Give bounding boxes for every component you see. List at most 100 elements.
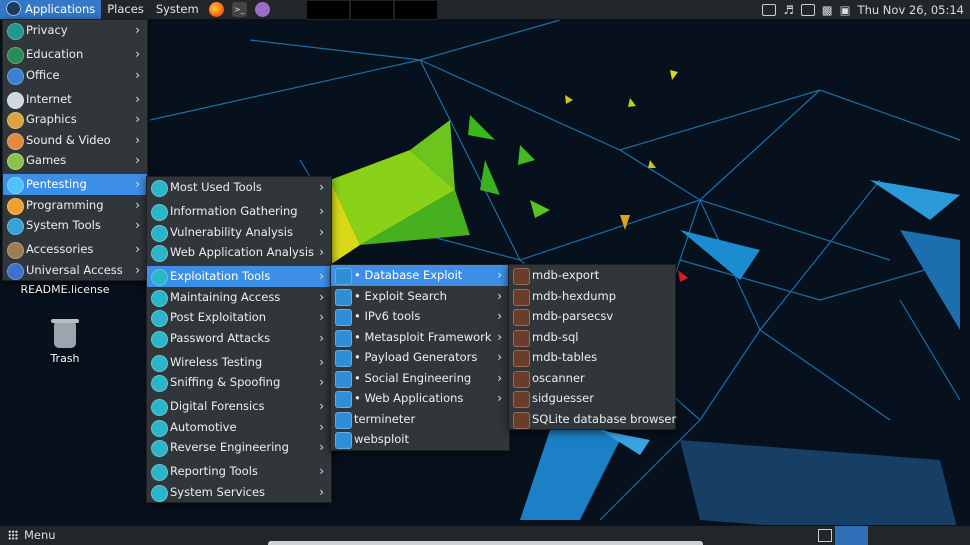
menu-item-reverse-engineering[interactable]: Reverse Engineering › [147, 437, 331, 458]
top-panel: Applications Places System >_ ♬ ▩ ▣ Thu … [0, 0, 970, 20]
chevron-right-icon: › [319, 289, 324, 304]
menu-item-metasploit[interactable]: • Metasploit Framework › [331, 327, 509, 348]
menu-item-social-engineering[interactable]: • Social Engineering › [331, 368, 509, 389]
password-attacks-icon [151, 330, 168, 348]
menu-item-sniffing-spoofing[interactable]: Sniffing & Spoofing › [147, 372, 331, 393]
workspace-switcher[interactable] [835, 526, 868, 545]
trash[interactable]: Trash [40, 319, 90, 365]
chevron-right-icon: › [135, 197, 140, 212]
applications-label: Applications [25, 2, 96, 16]
termineter-icon [335, 411, 352, 429]
menu-item-sqlite-browser[interactable]: SQLite database browser [509, 409, 676, 430]
menu-item-accessories[interactable]: Accessories › [3, 239, 147, 260]
menu-item-reporting-tools[interactable]: Reporting Tools › [147, 461, 331, 482]
digital-forensics-icon [151, 399, 168, 416]
chevron-right-icon: › [319, 224, 324, 239]
chevron-right-icon: › [135, 91, 140, 106]
menu-item-internet[interactable]: Internet › [3, 89, 147, 110]
system-tools-icon [7, 218, 24, 235]
menu-item-graphics[interactable]: Graphics › [3, 109, 147, 130]
menu-item-mdb-parsecsv[interactable]: mdb-parsecsv [509, 306, 675, 327]
sniffing-spoofing-icon [151, 375, 168, 392]
kali-logo-icon [6, 1, 21, 16]
menu-item-sound-video[interactable]: Sound & Video › [3, 130, 147, 151]
clock[interactable]: Thu Nov 26, 05:14 [858, 3, 964, 17]
menu-item-system-services[interactable]: System Services › [147, 482, 331, 503]
menu-item-mdb-tables[interactable]: mdb-tables [509, 347, 675, 368]
menu-button[interactable]: Menu [8, 528, 56, 543]
menu-item-label: mdb-sql [532, 329, 579, 344]
text-editor-icon[interactable] [254, 2, 270, 17]
readme-file[interactable]: README.license [20, 283, 110, 296]
menu-item-information-gathering[interactable]: Information Gathering › [147, 201, 331, 222]
workspace-1[interactable] [306, 0, 350, 20]
menu-item-label: • Metasploit Framework [354, 329, 492, 344]
menu-item-web-application-analysis[interactable]: Web Application Analysis › [147, 242, 331, 263]
show-desktop-icon[interactable] [818, 529, 832, 542]
menu-item-games[interactable]: Games › [3, 150, 147, 171]
menu-item-payload-generators[interactable]: • Payload Generators › [331, 347, 509, 368]
menu-item-digital-forensics[interactable]: Digital Forensics › [147, 396, 331, 417]
chevron-right-icon: › [135, 242, 140, 256]
menu-item-websploit[interactable]: websploit [331, 429, 509, 450]
menu-item-label: websploit [354, 432, 410, 446]
menu-item-system-tools[interactable]: System Tools › [3, 215, 147, 236]
menu-item-most-used-tools[interactable]: Most Used Tools › [147, 177, 331, 198]
menu-item-vulnerability-analysis[interactable]: Vulnerability Analysis › [147, 222, 331, 243]
menu-item-label: • Payload Generators [354, 350, 478, 364]
menu-item-label: Universal Access [26, 262, 123, 277]
menu-item-programming[interactable]: Programming › [3, 195, 147, 216]
menu-item-privacy[interactable]: Privacy › [3, 20, 147, 41]
menu-item-mdb-sql[interactable]: mdb-sql [509, 327, 675, 348]
menu-item-web-applications[interactable]: • Web Applications › [331, 388, 509, 409]
volume-icon[interactable]: ♬ [783, 3, 793, 17]
chevron-right-icon: › [135, 153, 140, 167]
menu-item-mdb-export[interactable]: mdb-export [509, 265, 675, 286]
applications-menu-button[interactable]: Applications [0, 0, 102, 19]
display-icon[interactable] [800, 3, 815, 16]
menu-item-oscanner[interactable]: oscanner [509, 368, 675, 389]
menu-item-label: Pentesting [26, 177, 87, 191]
grid-menu-icon [8, 530, 18, 540]
metasploit-icon [335, 329, 352, 347]
menu-item-office[interactable]: Office › [3, 65, 147, 86]
menu-item-post-exploitation[interactable]: Post Exploitation › [147, 307, 331, 328]
menu-item-exploitation-tools[interactable]: Exploitation Tools › [147, 266, 331, 287]
chevron-right-icon: › [135, 47, 140, 61]
menu-item-label: Maintaining Access [170, 289, 281, 304]
menu-item-password-attacks[interactable]: Password Attacks › [147, 328, 331, 349]
menu-item-exploit-search[interactable]: • Exploit Search › [331, 286, 509, 307]
places-menu-button[interactable]: Places [101, 0, 150, 19]
menu-item-mdb-hexdump[interactable]: mdb-hexdump [509, 286, 675, 307]
keyboard-icon[interactable] [762, 3, 777, 16]
workspace-2[interactable] [350, 0, 394, 20]
chevron-right-icon: › [319, 464, 324, 478]
menu-item-database-exploit[interactable]: • Database Exploit › [331, 265, 509, 286]
menu-item-education[interactable]: Education › [3, 44, 147, 65]
ipv6-tools-icon [335, 309, 352, 326]
menu-item-wireless-testing[interactable]: Wireless Testing › [147, 352, 331, 373]
menu-item-universal-access[interactable]: Universal Access › [3, 260, 147, 281]
menu-item-label: Internet [26, 91, 72, 106]
menu-item-termineter[interactable]: termineter [331, 409, 509, 430]
menu-item-maintaining-access[interactable]: Maintaining Access › [147, 287, 331, 308]
menu-item-label: Programming [26, 197, 104, 212]
database-exploit-submenu: mdb-export mdb-hexdump mdb-parsecsv mdb-sql… [508, 264, 676, 430]
menu-item-label: oscanner [532, 370, 585, 385]
workspace-3[interactable] [394, 0, 438, 20]
system-menu-button[interactable]: System [150, 0, 205, 19]
menu-item-pentesting[interactable]: Pentesting › [3, 174, 147, 195]
firefox-icon[interactable] [208, 2, 224, 17]
terminal-icon[interactable]: >_ [231, 2, 247, 17]
internet-icon [7, 91, 24, 109]
pentesting-icon [7, 177, 24, 194]
menu-item-label: mdb-hexdump [532, 288, 617, 303]
chevron-right-icon: › [135, 218, 140, 232]
taskbar-window-button[interactable] [268, 541, 703, 545]
web-applications-icon [335, 391, 352, 408]
menu-item-sidguesser[interactable]: sidguesser [509, 388, 675, 409]
menu-item-ipv6-tools[interactable]: • IPv6 tools › [331, 306, 509, 327]
lock-icon[interactable]: ▩ [822, 3, 833, 17]
chevron-right-icon: › [135, 132, 140, 147]
menu-item-automotive[interactable]: Automotive › [147, 417, 331, 438]
